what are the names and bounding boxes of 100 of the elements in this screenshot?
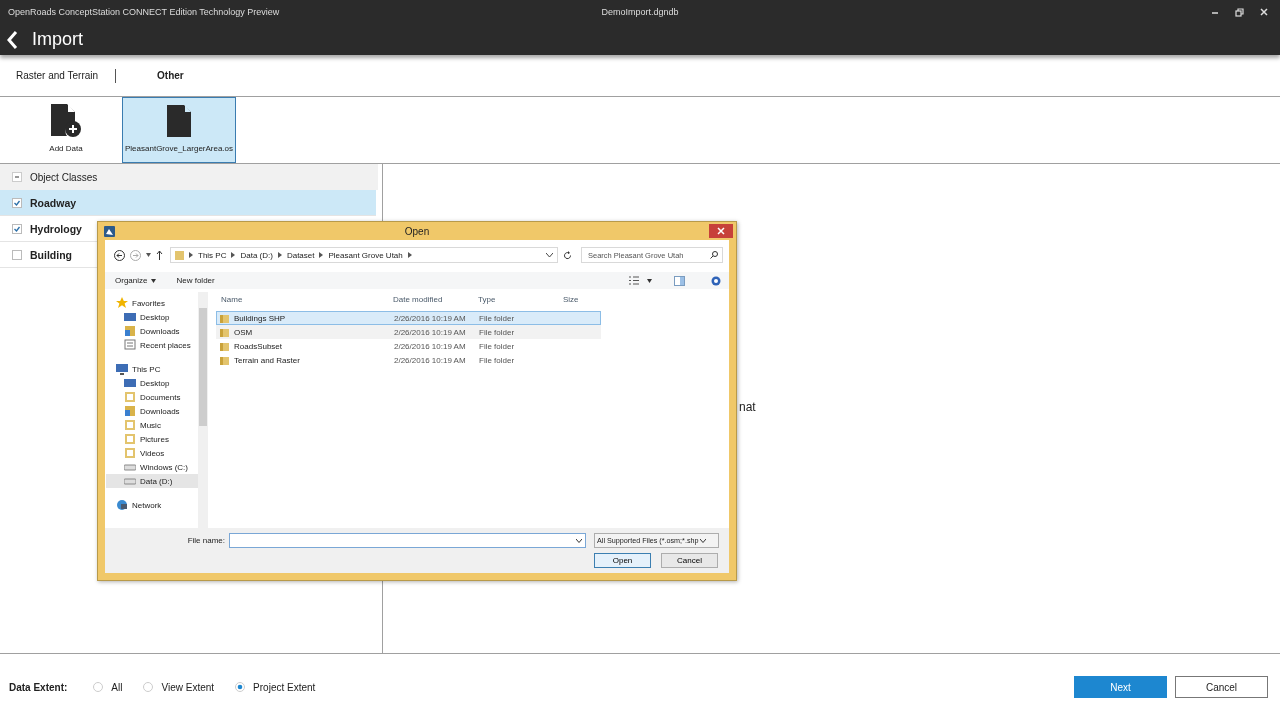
file-row[interactable]: RoadsSubset 2/26/2016 10:19 AM File folder <box>216 339 601 353</box>
breadcrumb[interactable]: This PC <box>198 250 227 260</box>
star-icon <box>116 297 128 309</box>
data-tile[interactable]: PleasantGrove_LargerArea.os <box>122 97 237 163</box>
file-name-field[interactable] <box>229 533 586 548</box>
table-cell-text: File folder <box>478 355 516 365</box>
tab[interactable]: Raster and Terrain <box>16 70 99 81</box>
table-cell-text: File folder <box>478 341 516 351</box>
nav-item[interactable]: Windows (C:) <box>106 460 198 474</box>
caret-icon[interactable] <box>647 278 652 283</box>
new-folder-button[interactable]: New folder <box>176 276 215 285</box>
folder-icon <box>124 447 136 459</box>
cancel-button[interactable]: Cancel <box>1175 676 1268 698</box>
table-cell-text: 2/26/2016 10:19 AM <box>393 355 467 365</box>
organize-menu[interactable]: Organize <box>115 276 157 285</box>
nav-item[interactable]: Desktop <box>106 310 198 324</box>
add-file-icon <box>49 102 83 138</box>
restore-icon[interactable] <box>1235 7 1244 17</box>
field-label: File name: <box>186 536 225 545</box>
checkbox[interactable] <box>12 223 22 234</box>
radio[interactable] <box>93 682 104 692</box>
preview-pane-icon[interactable] <box>674 275 685 286</box>
nav-item[interactable]: Recent places <box>106 338 198 352</box>
folder-icon <box>175 250 184 260</box>
app-icon <box>104 225 115 237</box>
field-label: Data Extent: <box>9 681 68 693</box>
folder-icon <box>124 391 136 403</box>
data-tile[interactable]: Add Data <box>10 97 122 163</box>
back-icon[interactable] <box>114 249 125 261</box>
detail-text: nat <box>739 400 756 414</box>
address-bar[interactable]: This PC Data (D:) Dataset Pleasant Grove Utah <box>170 247 558 263</box>
pc-icon <box>116 363 128 375</box>
dropdown-icon[interactable] <box>546 252 553 258</box>
search-icon <box>710 251 718 259</box>
page-title: Import <box>32 29 83 50</box>
column-header[interactable]: Name <box>216 294 388 304</box>
radio-option[interactable]: View Extent <box>143 681 215 693</box>
close-icon <box>717 227 725 235</box>
nav-item[interactable]: Music <box>106 418 198 432</box>
column-header[interactable]: Type <box>473 294 558 304</box>
refresh-icon[interactable] <box>563 250 572 260</box>
chevron-icon <box>407 252 412 258</box>
class-row[interactable]: Roadway <box>0 190 376 216</box>
dropdown-icon <box>576 538 582 543</box>
folder-icon <box>220 341 229 351</box>
caret-icon <box>151 278 157 283</box>
chevron-icon <box>277 252 282 258</box>
open-button[interactable]: Open <box>594 553 651 568</box>
file-row[interactable]: OSM 2/26/2016 10:19 AM File folder <box>216 325 601 339</box>
nav-item[interactable]: Network <box>106 498 198 512</box>
radio-option[interactable]: Project Extent <box>235 681 316 693</box>
nav-item[interactable]: Data (D:) <box>106 474 198 488</box>
cancel-button[interactable]: Cancel <box>661 553 718 568</box>
file-row[interactable]: Buildings SHP 2/26/2016 10:19 AM File folder <box>216 311 601 325</box>
table-cell-text: File folder <box>478 327 516 337</box>
chevron-icon <box>231 252 236 258</box>
nav-item[interactable]: Desktop <box>106 376 198 390</box>
breadcrumb[interactable]: Data (D:) <box>240 250 273 260</box>
window-title: OpenRoads ConceptStation CONNECT Edition Technology Preview <box>8 7 280 17</box>
file-name: OSM <box>234 327 253 337</box>
column-header[interactable]: Date modified <box>388 294 473 304</box>
column-header[interactable]: Size <box>558 294 603 304</box>
dropdown-icon <box>700 538 707 543</box>
file-name: Terrain and Raster <box>234 355 300 365</box>
table-cell-text: 2/26/2016 10:19 AM <box>393 327 467 337</box>
folder-icon <box>220 313 229 323</box>
radio[interactable] <box>235 682 246 692</box>
checkbox[interactable] <box>12 249 22 260</box>
close-button[interactable] <box>709 224 733 238</box>
breadcrumb[interactable]: Pleasant Grove Utah <box>328 250 403 260</box>
folder-icon <box>220 327 229 337</box>
drive-icon <box>124 461 136 473</box>
nav-item[interactable]: This PC <box>106 362 198 376</box>
up-arrow-icon[interactable] <box>156 250 163 260</box>
close-icon[interactable] <box>1260 7 1268 16</box>
nav-item[interactable]: Videos <box>106 446 198 460</box>
next-button[interactable]: Next <box>1074 676 1167 698</box>
dialog-title: Open <box>403 225 431 237</box>
folder-icon <box>124 433 136 445</box>
nav-item[interactable]: Downloads <box>106 404 198 418</box>
file-row[interactable]: Terrain and Raster 2/26/2016 10:19 AM File folder <box>216 353 601 367</box>
radio[interactable] <box>143 682 154 692</box>
breadcrumb[interactable]: Dataset <box>286 250 315 260</box>
nav-item[interactable]: Documents <box>106 390 198 404</box>
collapse-icon[interactable] <box>12 172 22 182</box>
chevron-icon <box>189 252 193 258</box>
file-name: RoadsSubset <box>234 341 283 351</box>
file-icon <box>166 104 193 138</box>
nav-item[interactable]: Downloads <box>106 324 198 338</box>
nav-item[interactable]: Favorites <box>106 296 198 310</box>
radio-option[interactable]: All <box>93 681 123 693</box>
chevron-icon <box>319 252 324 258</box>
checkbox[interactable] <box>12 197 22 208</box>
dropdown-icon[interactable] <box>146 253 151 257</box>
nav-item[interactable]: Pictures <box>106 432 198 446</box>
drive-icon <box>124 475 136 487</box>
tab[interactable]: Other <box>157 70 184 81</box>
view-list-icon[interactable] <box>629 276 639 285</box>
network-icon <box>116 499 128 511</box>
scrollbar[interactable] <box>198 292 208 528</box>
